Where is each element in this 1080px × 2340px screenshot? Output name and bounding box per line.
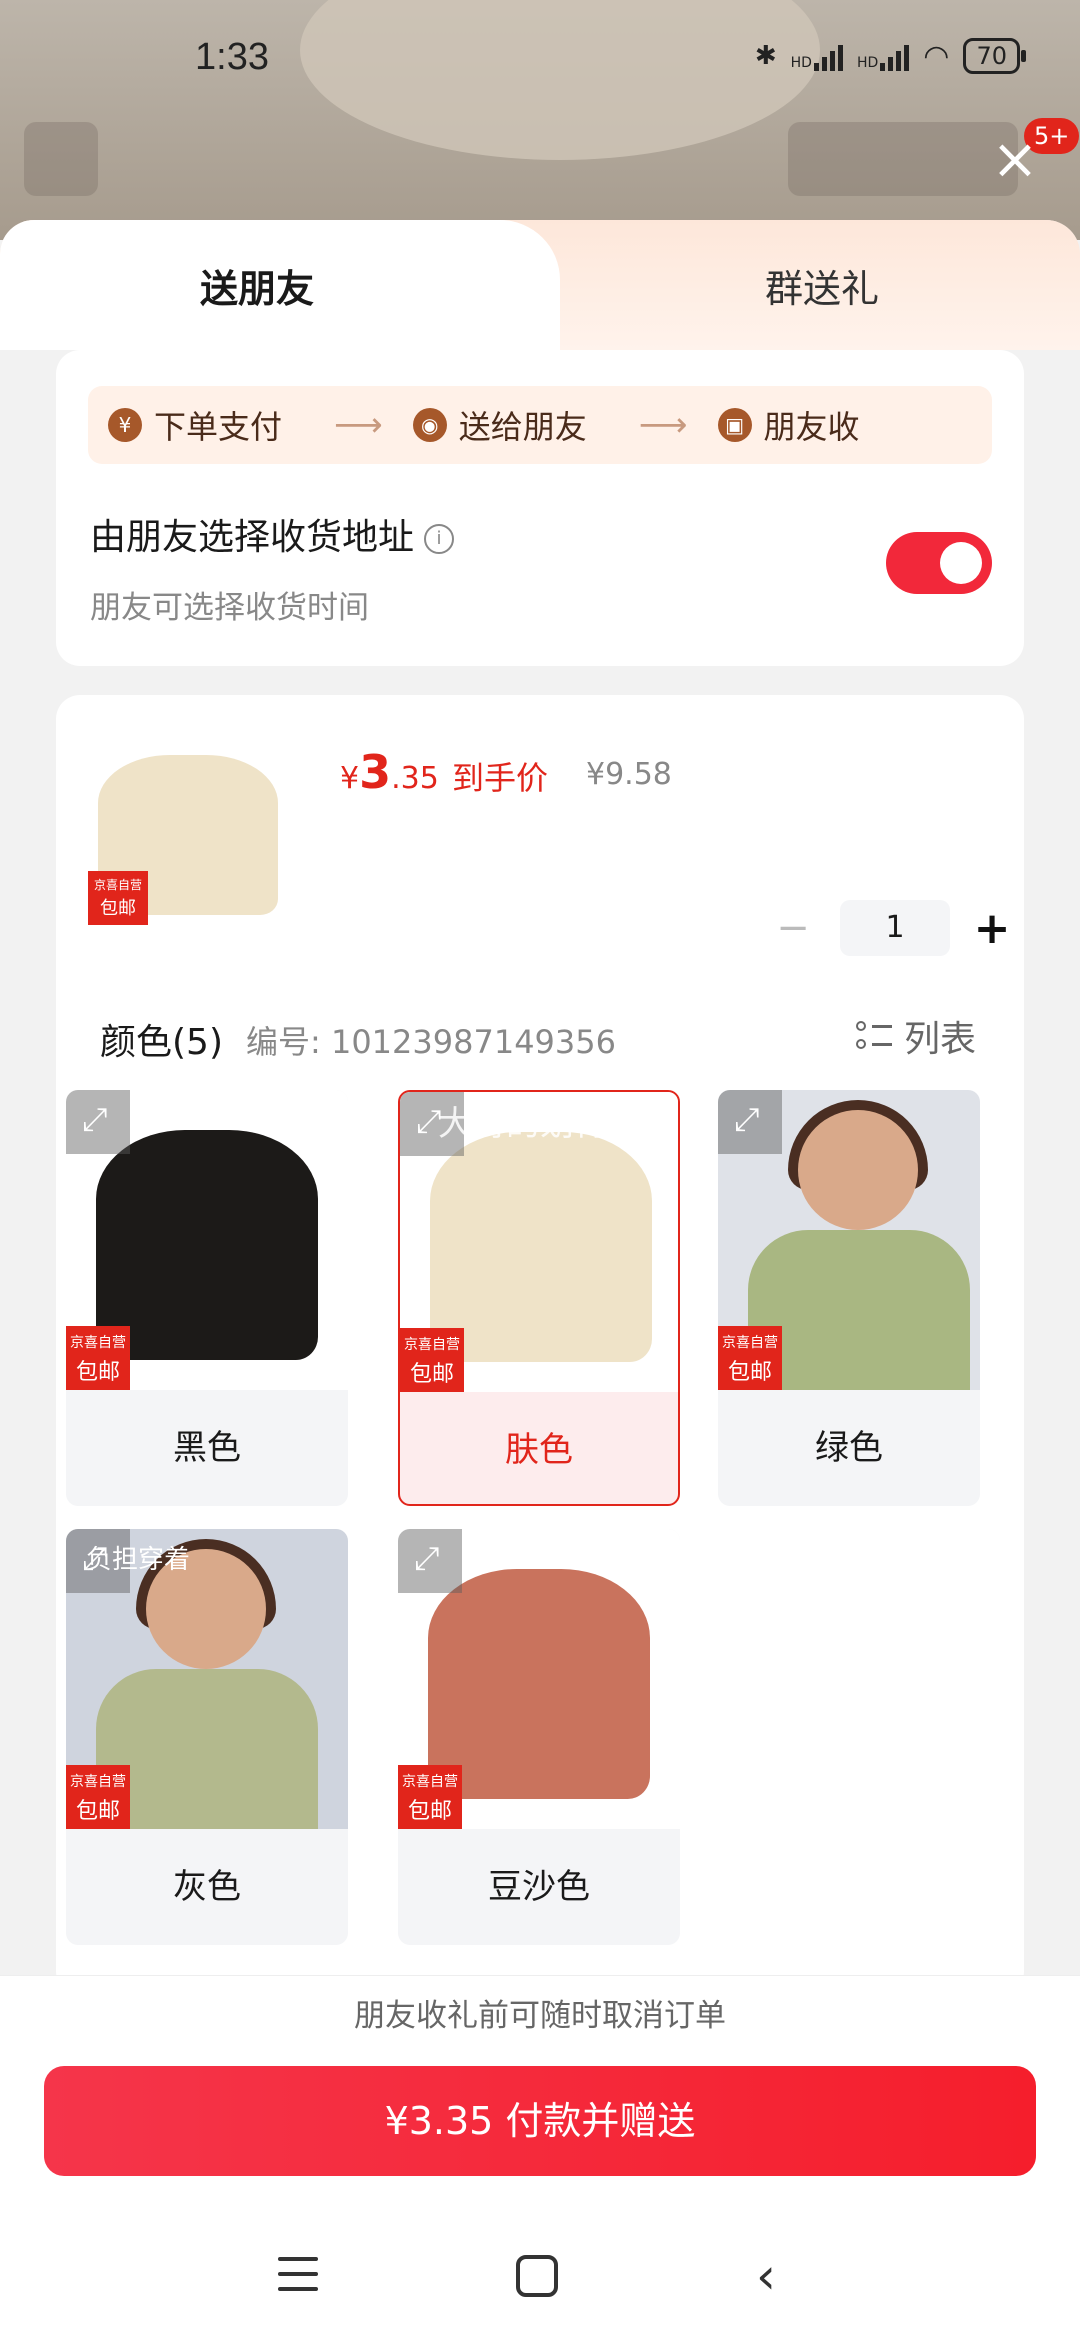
increase-button[interactable]: +	[972, 903, 1012, 954]
step-receive: ▣ 朋友收	[717, 402, 860, 448]
jd-self-operated-tag: 京喜自营 包邮	[88, 871, 148, 925]
price-symbol: ¥	[340, 761, 360, 796]
arrow-right-icon: ⟶	[638, 405, 688, 445]
jd-tag-top: 京喜自营	[93, 878, 142, 892]
bluetooth-icon: ✱	[754, 41, 777, 71]
tab-label: 群送礼	[765, 267, 880, 311]
jd-self-operated-tag: 京喜自营 包邮	[718, 1326, 782, 1390]
gift-settings-card: ¥ 下单支付 ⟶ ◉ 送给朋友 ⟶ ▣ 朋友收 由朋友选择收货地址 i 朋友可选择…	[56, 350, 1024, 666]
jd-tag-top: 京喜自营	[404, 1337, 460, 1353]
color-option-label: 绿色	[815, 1428, 883, 1468]
page-action-buttons	[788, 122, 1018, 196]
yen-icon: ¥	[108, 408, 142, 442]
address-toggle[interactable]	[886, 532, 992, 594]
menu-icon[interactable]	[278, 2257, 318, 2293]
original-price: ¥9.58	[586, 757, 672, 792]
status-icons: ✱ HD HD ◠ 70	[754, 38, 1026, 74]
pay-and-gift-button[interactable]: ¥3.35 付款并赠送	[44, 2066, 1036, 2176]
jd-tag-bottom: 包邮	[409, 1362, 454, 1387]
jd-tag-bottom: 包邮	[727, 1360, 772, 1385]
tab-send-friend[interactable]: 送朋友	[0, 220, 560, 350]
toggle-knob	[940, 542, 982, 584]
jd-tag-top: 京喜自营	[402, 1774, 458, 1790]
jd-tag-top: 京喜自营	[70, 1774, 126, 1790]
jd-self-operated-tag: 京喜自营 包邮	[66, 1326, 130, 1390]
list-label: 列表	[904, 1019, 977, 1060]
watermark-text: 大哥的划得着	[438, 1104, 642, 1144]
product-thumbnail[interactable]: 京喜自营 包邮	[88, 745, 288, 925]
jd-tag-bottom: 包邮	[100, 898, 136, 919]
color-option-label: 豆沙色	[488, 1867, 590, 1907]
model-face	[798, 1110, 918, 1230]
arrow-right-icon: ⟶	[334, 405, 383, 445]
product-card: 京喜自营 包邮 ¥3.35 到手价 ¥9.58 − 1 + 颜色(5) 编号: …	[56, 695, 1024, 1995]
quantity-stepper: − 1 +	[768, 900, 1012, 956]
signal-icon-2: HD	[857, 41, 910, 71]
list-view-button[interactable]: 列表	[856, 1010, 976, 1062]
step-send: ◉ 送给朋友	[412, 402, 587, 448]
color-option-label: 黑色	[173, 1428, 241, 1468]
expand-icon[interactable]	[398, 1529, 462, 1593]
jd-tag-top: 京喜自营	[70, 1335, 126, 1351]
sku-number: 编号: 10123987149356	[246, 1023, 616, 1061]
color-option-green[interactable]: 京喜自营包邮 绿色	[718, 1090, 980, 1506]
address-option-title: 由朋友选择收货地址 i	[90, 508, 455, 560]
overlay-text: 负担穿着	[86, 1545, 191, 1575]
step-label: 送给朋友	[458, 408, 587, 446]
color-option-label: 灰色	[173, 1867, 241, 1907]
color-section-title: 颜色(5)	[100, 1022, 223, 1063]
quantity-input[interactable]: 1	[840, 900, 950, 956]
back-icon[interactable]: ‹	[756, 2247, 776, 2305]
battery-icon: 70	[963, 38, 1026, 74]
color-option-label: 肤色	[505, 1430, 573, 1470]
step-pay: ¥ 下单支付	[108, 402, 282, 448]
home-icon[interactable]	[516, 2255, 558, 2297]
info-icon[interactable]: i	[424, 524, 455, 554]
price-label: 到手价	[452, 759, 549, 797]
price-decimal: .35	[391, 761, 439, 796]
page-back-button	[24, 122, 98, 196]
address-option-subtitle: 朋友可选择收货时间	[90, 590, 369, 626]
step-label: 下单支付	[154, 408, 283, 446]
signal-icon-1: HD	[791, 41, 843, 71]
system-nav-bar: ‹	[0, 2235, 1080, 2325]
color-option-black[interactable]: 京喜自营包邮 黑色	[66, 1090, 348, 1506]
chat-icon: ◉	[412, 408, 447, 442]
tab-group-gift[interactable]: 群送礼	[560, 220, 1080, 350]
status-bar: 1:33 ✱ HD HD ◠ 70	[0, 30, 1080, 90]
decrease-button[interactable]: −	[768, 905, 818, 951]
jd-tag-bottom: 包邮	[75, 1360, 120, 1385]
status-time: 1:33	[195, 36, 269, 78]
current-price: ¥3.35	[340, 745, 439, 799]
expand-icon[interactable]	[66, 1090, 130, 1154]
expand-icon[interactable]	[718, 1090, 782, 1154]
jd-tag-bottom: 包邮	[407, 1799, 452, 1824]
address-title-text: 由朋友选择收货地址	[90, 517, 415, 558]
jd-self-operated-tag: 京喜自营 包邮	[400, 1328, 464, 1392]
color-option-grey[interactable]: 负担穿着 京喜自营包邮 灰色	[66, 1529, 348, 1945]
jd-tag-top: 京喜自营	[722, 1335, 778, 1351]
price-integer: 3	[359, 745, 392, 799]
wifi-icon: ◠	[923, 38, 950, 74]
tab-label: 送朋友	[200, 267, 315, 311]
gift-icon: ▣	[717, 408, 752, 442]
tab-bar: 送朋友 群送礼	[0, 220, 1080, 350]
footer: ¥3.35 付款并赠送 ‹	[0, 2055, 1080, 2340]
gift-steps: ¥ 下单支付 ⟶ ◉ 送给朋友 ⟶ ▣ 朋友收	[88, 386, 992, 464]
step-label: 朋友收	[763, 408, 860, 446]
list-icon	[856, 1019, 892, 1053]
cancel-notice: 朋友收礼前可随时取消订单	[0, 1975, 1080, 2055]
color-option-bean-paste[interactable]: 京喜自营包邮 豆沙色	[398, 1529, 680, 1945]
color-option-skin[interactable]: 大哥的划得着 京喜自营包邮 肤色	[398, 1090, 680, 1506]
jd-self-operated-tag: 京喜自营 包邮	[398, 1765, 462, 1829]
jd-tag-bottom: 包邮	[75, 1799, 120, 1824]
close-icon[interactable]: ×	[990, 132, 1040, 188]
jd-self-operated-tag: 京喜自营 包邮	[66, 1765, 130, 1829]
